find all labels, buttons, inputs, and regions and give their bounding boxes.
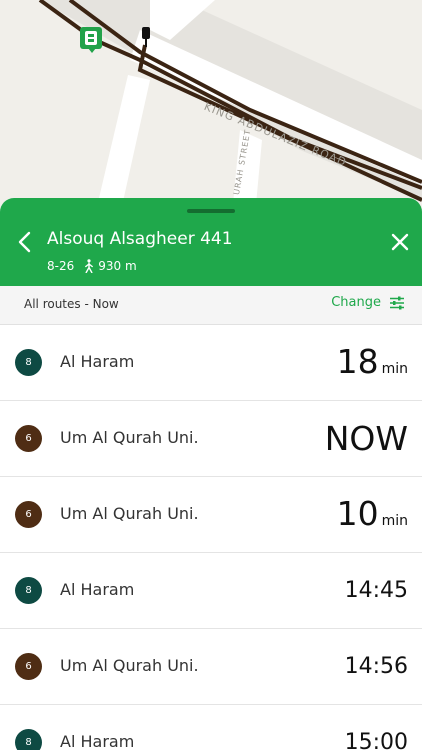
route-badge: 6 <box>15 501 42 528</box>
departure-destination: Al Haram <box>60 352 135 371</box>
departures-list: 8 Al Haram 18 min 6 Um Al Qurah Uni. NOW … <box>0 325 422 750</box>
stop-detail-sheet: Alsouq Alsagheer 441 8-26 930 m All rout… <box>0 198 422 750</box>
departure-time: 18 min <box>337 342 408 381</box>
change-filter-button[interactable]: Change <box>331 295 405 310</box>
map-view[interactable]: KING ABDULAZIZ ROAD URAH STREET <box>0 0 422 215</box>
time-value: 10 <box>336 494 379 533</box>
route-badge: 8 <box>15 729 42 750</box>
sliders-icon <box>390 296 404 309</box>
time-unit: min <box>381 361 408 377</box>
departure-time: 14:45 <box>344 578 408 603</box>
close-button[interactable] <box>386 228 414 256</box>
walking-distance: 930 m <box>98 259 137 273</box>
stop-header: Alsouq Alsagheer 441 8-26 930 m <box>0 198 422 286</box>
departure-time: 15:00 <box>344 730 408 750</box>
close-icon <box>391 233 409 251</box>
route-badge: 8 <box>15 349 42 376</box>
bus-stop-marker-tip <box>88 48 96 53</box>
departure-row[interactable]: 8 Al Haram 18 min <box>0 325 422 401</box>
departure-time: NOW <box>324 419 408 458</box>
departure-time: 14:56 <box>344 654 408 679</box>
departure-row[interactable]: 8 Al Haram 15:00 <box>0 705 422 750</box>
stop-name: Alsouq Alsagheer 441 <box>47 229 233 249</box>
filter-label: All routes - Now <box>24 297 119 311</box>
time-value: 18 <box>336 342 379 381</box>
route-filter-bar: All routes - Now Change <box>0 286 422 325</box>
back-button[interactable] <box>10 228 38 256</box>
route-badge: 6 <box>15 653 42 680</box>
departure-time: 10 min <box>337 494 408 533</box>
side-road <box>95 75 150 215</box>
departure-row[interactable]: 6 Um Al Qurah Uni. 14:56 <box>0 629 422 705</box>
stop-subtitle: 8-26 930 m <box>47 259 137 273</box>
traffic-light-icon[interactable] <box>142 27 150 39</box>
route-badge: 8 <box>15 577 42 604</box>
change-label: Change <box>331 295 381 310</box>
departure-destination: Um Al Qurah Uni. <box>60 504 199 523</box>
departure-row[interactable]: 6 Um Al Qurah Uni. NOW <box>0 401 422 477</box>
chevron-left-icon <box>18 231 31 253</box>
departure-destination: Um Al Qurah Uni. <box>60 656 199 675</box>
departure-destination: Al Haram <box>60 732 135 750</box>
walking-person-icon <box>84 259 94 273</box>
traffic-light-stem <box>145 39 147 47</box>
route-badge: 6 <box>15 425 42 452</box>
time-unit: min <box>381 513 408 529</box>
drag-handle[interactable] <box>187 209 235 213</box>
departure-destination: Al Haram <box>60 580 135 599</box>
departure-row[interactable]: 6 Um Al Qurah Uni. 10 min <box>0 477 422 553</box>
stop-routes: 8-26 <box>47 259 75 273</box>
bus-stop-marker-icon[interactable] <box>80 27 102 49</box>
departure-row[interactable]: 8 Al Haram 14:45 <box>0 553 422 629</box>
departure-destination: Um Al Qurah Uni. <box>60 428 199 447</box>
